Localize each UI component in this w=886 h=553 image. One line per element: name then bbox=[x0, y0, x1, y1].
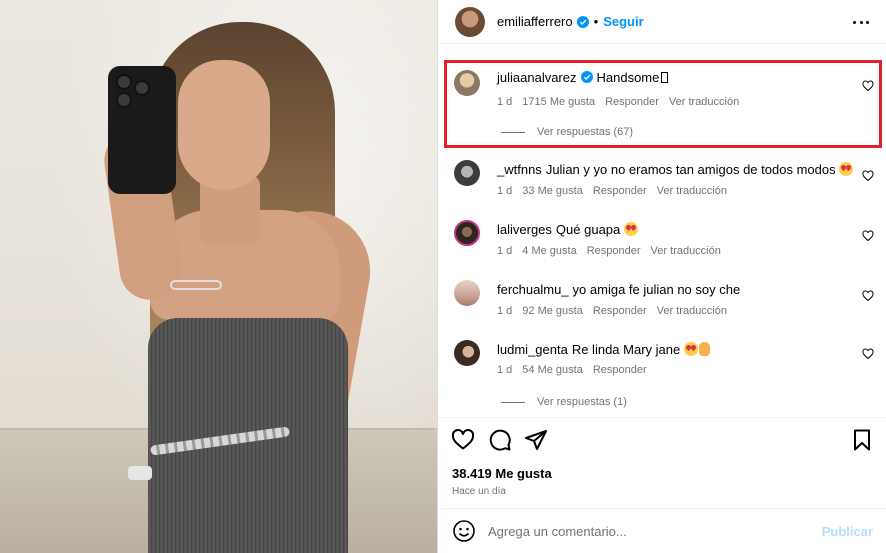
comment-bubble-icon[interactable] bbox=[488, 428, 512, 452]
comment-meta: 1 d 54 Me gusta Responder bbox=[497, 364, 647, 376]
comment-meta: 1 d 33 Me gusta Responder Ver traducción bbox=[497, 185, 727, 197]
comment-avatar[interactable] bbox=[454, 340, 480, 366]
replies-line-icon bbox=[501, 401, 525, 403]
verified-badge-icon bbox=[576, 15, 589, 28]
share-send-icon[interactable] bbox=[524, 428, 548, 452]
post-header: emiliafferrero • Seguir bbox=[438, 0, 886, 44]
divider bbox=[438, 417, 886, 418]
follow-button[interactable]: Seguir bbox=[603, 14, 643, 29]
view-replies-button[interactable]: Ver respuestas (1) bbox=[501, 396, 627, 408]
header-separator: • bbox=[593, 14, 599, 29]
post-side-panel: emiliafferrero • Seguir juliaanalvarez Ha… bbox=[437, 0, 886, 553]
comment-like-heart-icon[interactable] bbox=[862, 170, 874, 182]
comment-likes[interactable]: 92 Me gusta bbox=[522, 305, 583, 317]
comment-username[interactable]: ferchualmu_ bbox=[497, 282, 569, 297]
comment-avatar-story-ring[interactable] bbox=[454, 220, 480, 246]
comment-meta: 1 d 4 Me gusta Responder Ver traducción bbox=[497, 245, 721, 257]
comment-text: yo amiga fe julian no soy che bbox=[572, 282, 741, 297]
photo-face bbox=[178, 60, 270, 190]
comment-username[interactable]: ludmi_genta bbox=[497, 342, 568, 357]
comment-like-heart-icon[interactable] bbox=[862, 290, 874, 302]
comment-age: 1 d bbox=[497, 364, 513, 376]
comment-username[interactable]: _wtfnns bbox=[497, 162, 542, 177]
comment-text: Qué guapa bbox=[555, 222, 621, 237]
comment-age: 1 d bbox=[497, 185, 513, 197]
like-heart-icon[interactable] bbox=[451, 428, 475, 452]
publish-button[interactable]: Publicar bbox=[822, 524, 873, 539]
author-avatar[interactable] bbox=[455, 6, 485, 37]
comment-likes[interactable]: 33 Me gusta bbox=[522, 185, 583, 197]
comment-likes[interactable]: 4 Me gusta bbox=[522, 245, 576, 257]
author-username[interactable]: emiliafferrero bbox=[497, 14, 573, 29]
highlight-box bbox=[444, 60, 882, 148]
post-timestamp[interactable]: Hace un día bbox=[452, 486, 506, 497]
translate-button[interactable]: Ver traducción bbox=[651, 245, 721, 257]
comment-like-heart-icon[interactable] bbox=[862, 348, 874, 360]
comment-likes[interactable]: 54 Me gusta bbox=[522, 364, 583, 376]
comment-text: Re linda Mary jane bbox=[571, 342, 681, 357]
translate-button[interactable]: Ver traducción bbox=[657, 185, 727, 197]
reply-button[interactable]: Responder bbox=[593, 305, 647, 317]
comment-text-line: _wtfnns Julian y yo no eramos tan amigos … bbox=[497, 162, 854, 178]
photo-watch bbox=[128, 466, 152, 480]
comment-avatar[interactable] bbox=[454, 280, 480, 306]
comment-age: 1 d bbox=[497, 305, 513, 317]
comment-meta: 1 d 92 Me gusta Responder Ver traducción bbox=[497, 305, 727, 317]
comment-text: Julian y yo no eramos tan amigos de todo… bbox=[545, 162, 836, 177]
post-actions bbox=[438, 428, 886, 454]
comment-age: 1 d bbox=[497, 245, 513, 257]
raised-hand-emoji-icon bbox=[698, 342, 710, 356]
photo-bracelet bbox=[170, 280, 222, 290]
more-options-icon[interactable] bbox=[853, 14, 869, 30]
post-photo[interactable] bbox=[0, 0, 437, 553]
phone-lens bbox=[116, 92, 132, 108]
post-likes-count[interactable]: 38.419 Me gusta bbox=[452, 466, 552, 481]
reply-button[interactable]: Responder bbox=[587, 245, 641, 257]
comment-text-line: ludmi_genta Re linda Mary jane bbox=[497, 342, 710, 358]
phone-lens bbox=[116, 74, 132, 90]
phone-lens bbox=[134, 80, 150, 96]
save-bookmark-icon[interactable] bbox=[850, 428, 874, 452]
comment-avatar[interactable] bbox=[454, 160, 480, 186]
heart-eyes-emoji-icon bbox=[839, 162, 854, 176]
comment-text-line: ferchualmu_ yo amiga fe julian no soy che bbox=[497, 282, 740, 298]
comment-text-line: laliverges Qué guapa bbox=[497, 222, 638, 238]
comment-composer: Publicar bbox=[438, 509, 886, 553]
view-replies-label: Ver respuestas (1) bbox=[537, 396, 627, 408]
heart-eyes-emoji-icon bbox=[623, 222, 638, 236]
reply-button[interactable]: Responder bbox=[593, 185, 647, 197]
comment-username[interactable]: laliverges bbox=[497, 222, 552, 237]
emoji-picker-icon[interactable] bbox=[452, 519, 476, 543]
translate-button[interactable]: Ver traducción bbox=[657, 305, 727, 317]
heart-eyes-emoji-icon bbox=[683, 342, 698, 356]
comment-input[interactable] bbox=[488, 523, 808, 539]
comment-like-heart-icon[interactable] bbox=[862, 230, 874, 242]
photo-phone bbox=[108, 66, 176, 194]
reply-button[interactable]: Responder bbox=[593, 364, 647, 376]
